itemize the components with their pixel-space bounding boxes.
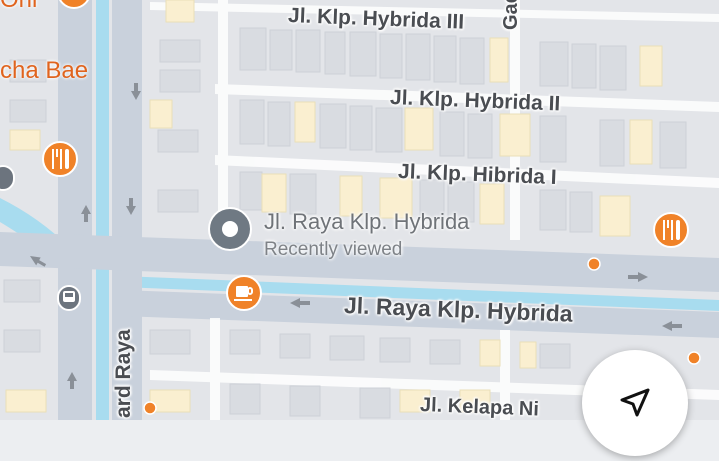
selected-place-subtitle: Recently viewed [264,239,403,260]
place-marker-icon[interactable] [208,207,252,251]
navigate-button[interactable] [582,350,688,456]
restaurant-poi[interactable] [653,212,689,248]
navigation-arrow-icon [620,388,650,417]
selected-place-title[interactable]: Jl. Raya Klp. Hybrida [264,209,469,235]
bus-icon[interactable] [57,285,81,311]
restaurant-poi[interactable] [42,141,78,177]
street-label-gading: Gadin [500,0,522,30]
street-label-boulevard: ard Raya [112,329,135,418]
bus-icon[interactable] [0,165,15,191]
cafe-poi[interactable] [226,275,262,311]
street-label-kelapa: Jl. Kelapa Ni [419,394,540,421]
restaurant-name-partial[interactable]: Oni [0,0,37,14]
restaurant-name[interactable]: cha Bae [0,57,88,85]
